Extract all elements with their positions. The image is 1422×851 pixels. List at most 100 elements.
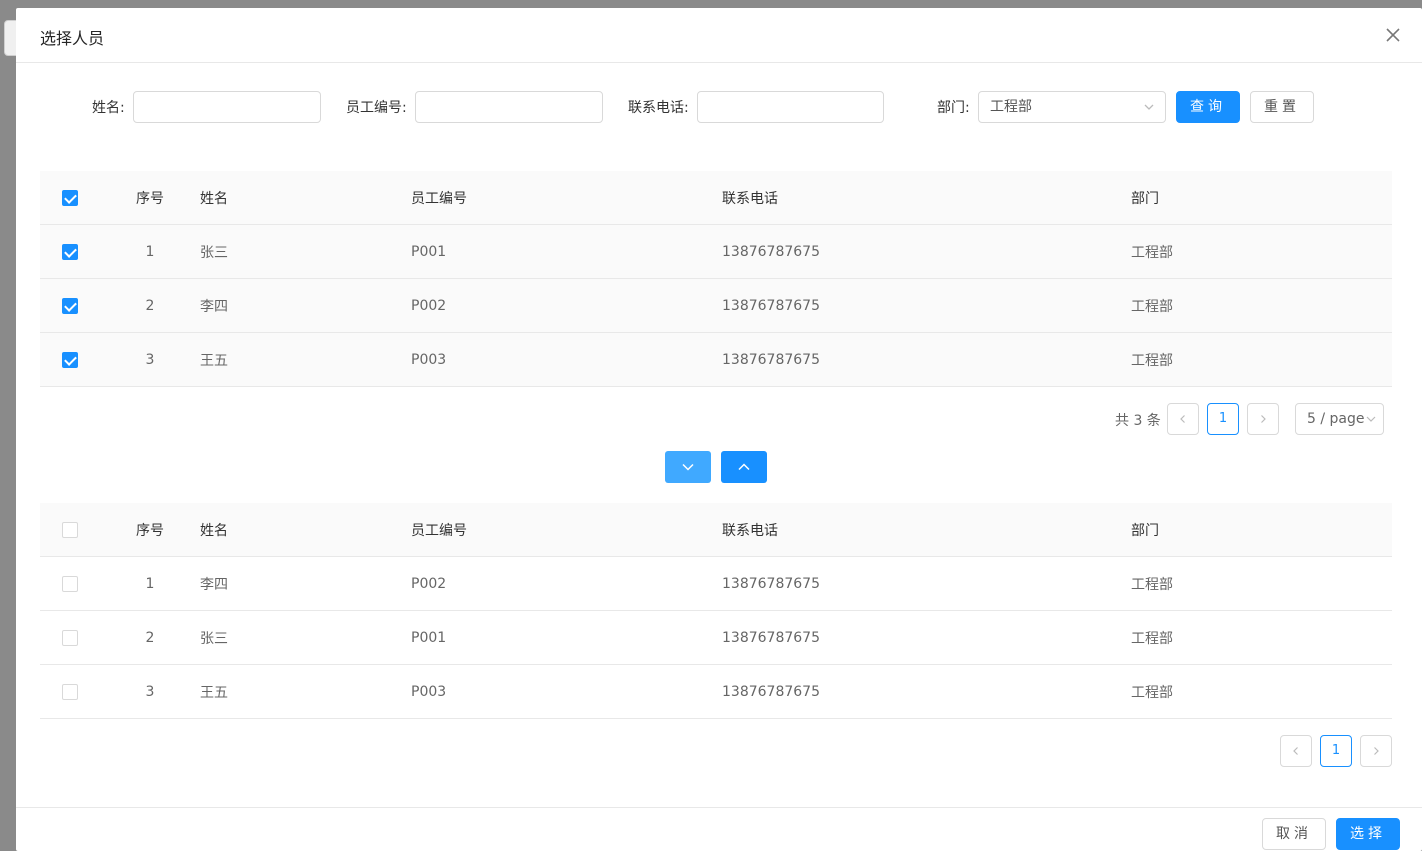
chevron-down-icon	[1366, 416, 1376, 422]
dept-select[interactable]: 工程部	[978, 91, 1166, 123]
code-filter-input[interactable]	[415, 91, 603, 123]
col-header-dept: 部门	[1131, 171, 1392, 225]
page-size-value: 5 / page	[1307, 411, 1365, 427]
col-header-name: 姓名	[200, 503, 411, 557]
row-name: 王五	[200, 332, 411, 387]
row-checkbox-cell	[40, 224, 100, 279]
chevron-left-icon	[1293, 747, 1298, 755]
row-phone: 13876787675	[722, 664, 1131, 719]
selected-table: 序号 姓名 员工编号 联系电话 部门 1 李四 P002 13876787675…	[40, 503, 1392, 719]
row-checkbox-cell	[40, 664, 100, 719]
row-index: 3	[100, 332, 200, 387]
select-all-cell	[40, 171, 100, 225]
row-code: P002	[411, 556, 722, 611]
dept-filter-label: 部门:	[937, 100, 970, 116]
table-row[interactable]: 2 张三 P001 13876787675 工程部	[40, 610, 1392, 665]
table-row[interactable]: 3 王五 P003 13876787675 工程部	[40, 664, 1392, 719]
phone-filter-label: 联系电话:	[628, 100, 689, 116]
confirm-select-button[interactable]: 选择	[1336, 818, 1400, 850]
row-code: P001	[411, 610, 722, 665]
row-checkbox[interactable]	[62, 575, 78, 592]
close-icon	[1386, 28, 1400, 42]
filter-bar: 姓名: 员工编号: 联系电话: 部门: 工程部 查询 重置	[16, 91, 1422, 123]
row-checkbox[interactable]	[62, 243, 78, 260]
page-size-select[interactable]: 5 / page	[1295, 403, 1384, 435]
row-dept: 工程部	[1131, 610, 1392, 665]
chevron-up-icon	[738, 463, 750, 471]
row-index: 2	[100, 278, 200, 333]
col-header-dept: 部门	[1131, 503, 1392, 557]
col-header-code: 员工编号	[411, 171, 722, 225]
select-all-checkbox[interactable]	[62, 521, 78, 538]
row-dept: 工程部	[1131, 224, 1392, 279]
row-index: 1	[100, 556, 200, 611]
next-page-button[interactable]	[1360, 735, 1392, 767]
row-code: P003	[411, 332, 722, 387]
phone-filter-input[interactable]	[697, 91, 884, 123]
table-row[interactable]: 1 张三 P001 13876787675 工程部	[40, 224, 1392, 279]
move-up-button[interactable]	[721, 451, 767, 483]
col-header-name: 姓名	[200, 171, 411, 225]
name-filter-input[interactable]	[133, 91, 321, 123]
row-checkbox-cell	[40, 610, 100, 665]
col-header-phone: 联系电话	[722, 503, 1131, 557]
row-checkbox[interactable]	[62, 297, 78, 314]
chevron-down-icon	[682, 463, 694, 471]
reset-button[interactable]: 重置	[1250, 91, 1314, 123]
table-header-row: 序号 姓名 员工编号 联系电话 部门	[40, 171, 1392, 225]
next-page-button[interactable]	[1247, 403, 1279, 435]
cancel-button[interactable]: 取消	[1262, 818, 1326, 850]
page-number-button[interactable]: 1	[1320, 735, 1352, 767]
name-filter-label: 姓名:	[92, 100, 125, 116]
row-name: 李四	[200, 278, 411, 333]
row-code: P001	[411, 224, 722, 279]
row-index: 2	[100, 610, 200, 665]
row-checkbox[interactable]	[62, 629, 78, 646]
row-code: P002	[411, 278, 722, 333]
row-name: 张三	[200, 610, 411, 665]
col-header-index: 序号	[100, 171, 200, 225]
row-checkbox[interactable]	[62, 683, 78, 700]
search-button[interactable]: 查询	[1176, 91, 1240, 123]
row-name: 王五	[200, 664, 411, 719]
row-phone: 13876787675	[722, 332, 1131, 387]
candidate-table: 序号 姓名 员工编号 联系电话 部门 1 张三 P001 13876787675…	[40, 171, 1392, 387]
chevron-down-icon	[1144, 104, 1154, 110]
col-header-code: 员工编号	[411, 503, 722, 557]
dialog-title: 选择人员	[40, 29, 105, 48]
chevron-right-icon	[1374, 747, 1379, 755]
row-name: 李四	[200, 556, 411, 611]
table-row[interactable]: 1 李四 P002 13876787675 工程部	[40, 556, 1392, 611]
chevron-right-icon	[1261, 415, 1266, 423]
table-header-row: 序号 姓名 员工编号 联系电话 部门	[40, 503, 1392, 557]
close-button[interactable]	[1384, 26, 1402, 44]
select-all-cell	[40, 503, 100, 557]
select-personnel-dialog: 选择人员 姓名: 员工编号: 联系电话: 部门: 工程部 查询 重置 序号 姓名…	[16, 8, 1422, 851]
dialog-header: 选择人员	[16, 8, 1422, 63]
row-checkbox[interactable]	[62, 351, 78, 368]
col-header-index: 序号	[100, 503, 200, 557]
dialog-footer: 取消 选择	[16, 807, 1422, 851]
row-index: 3	[100, 664, 200, 719]
row-index: 1	[100, 224, 200, 279]
row-code: P003	[411, 664, 722, 719]
dept-select-value: 工程部	[990, 99, 1032, 115]
row-dept: 工程部	[1131, 332, 1392, 387]
top-pagination: 共 3 条 1 5 / page	[1114, 403, 1394, 435]
row-checkbox-cell	[40, 556, 100, 611]
table-row[interactable]: 2 李四 P002 13876787675 工程部	[40, 278, 1392, 333]
prev-page-button[interactable]	[1280, 735, 1312, 767]
select-all-checkbox[interactable]	[62, 189, 78, 206]
prev-page-button[interactable]	[1167, 403, 1199, 435]
row-phone: 13876787675	[722, 224, 1131, 279]
row-phone: 13876787675	[722, 556, 1131, 611]
page-number-button[interactable]: 1	[1207, 403, 1239, 435]
col-header-phone: 联系电话	[722, 171, 1131, 225]
move-down-button[interactable]	[665, 451, 711, 483]
row-checkbox-cell	[40, 278, 100, 333]
row-name: 张三	[200, 224, 411, 279]
code-filter-label: 员工编号:	[346, 100, 407, 116]
row-phone: 13876787675	[722, 278, 1131, 333]
row-dept: 工程部	[1131, 556, 1392, 611]
table-row[interactable]: 3 王五 P003 13876787675 工程部	[40, 332, 1392, 387]
